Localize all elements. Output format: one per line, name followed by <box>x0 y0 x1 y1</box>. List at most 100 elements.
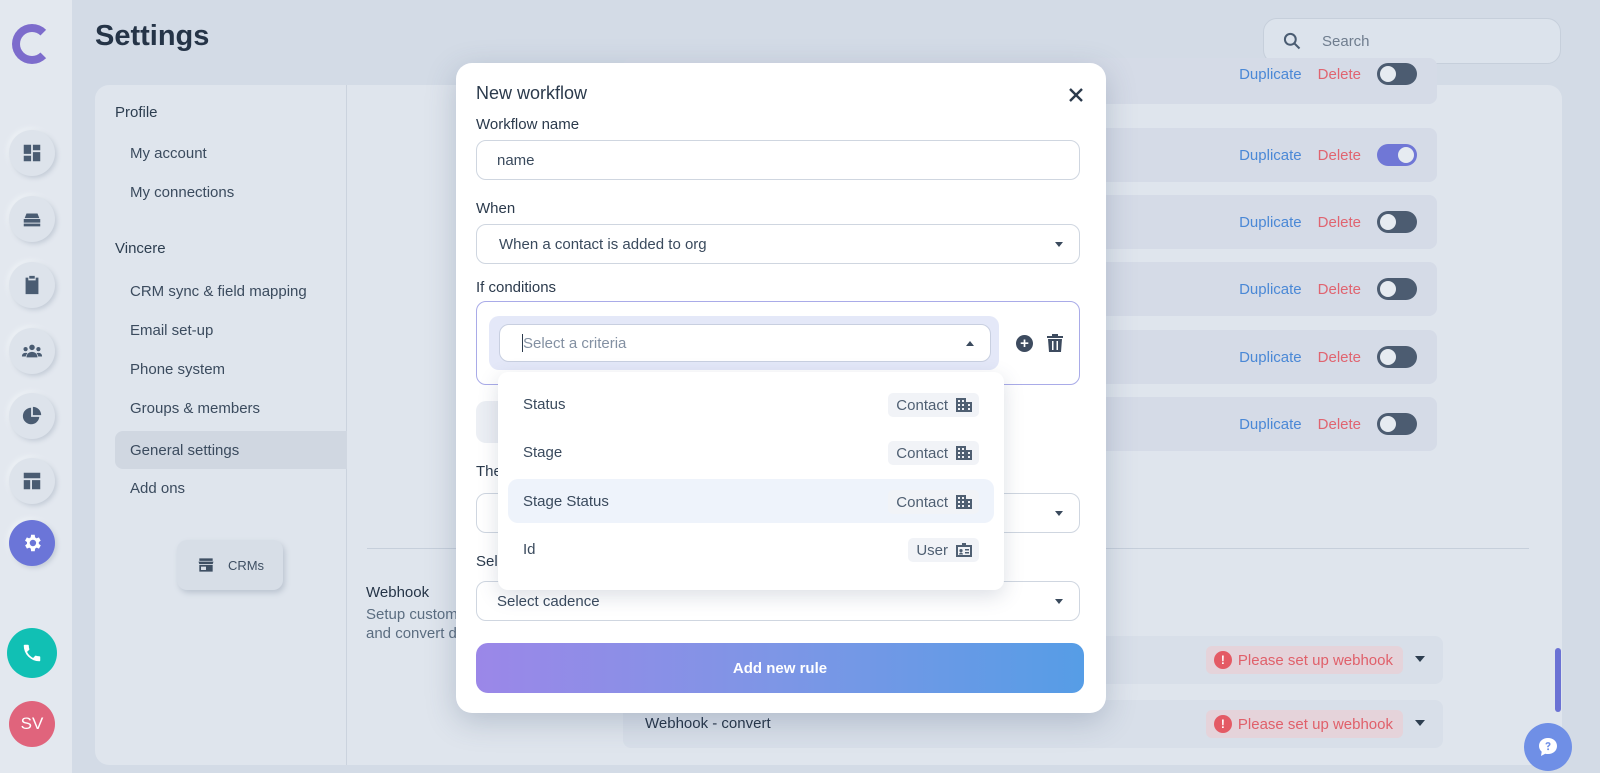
delete-link[interactable]: Delete <box>1318 416 1361 433</box>
entity-tag-label: Contact <box>896 396 948 414</box>
nav-item-my-account[interactable]: My account <box>115 134 347 172</box>
nav-item-groups-members[interactable]: Groups & members <box>115 389 347 427</box>
app-rail: SV <box>0 0 72 773</box>
option-label: Status <box>523 395 566 413</box>
phone-button[interactable] <box>7 628 57 678</box>
duplicate-link[interactable]: Duplicate <box>1239 214 1302 231</box>
select-cadence-label: Sel <box>476 553 498 570</box>
webhook-row-name: Webhook - convert <box>645 715 771 732</box>
when-select[interactable]: When a contact is added to org <box>476 224 1080 264</box>
crms-button[interactable]: CRMs <box>177 540 283 590</box>
close-icon <box>1069 88 1083 102</box>
building-icon <box>956 398 972 412</box>
stack-icon <box>23 213 41 227</box>
dashboard-nav-button[interactable] <box>9 130 55 176</box>
chevron-down-icon <box>1055 511 1063 516</box>
entity-tag: Contact <box>888 441 979 465</box>
templates-nav-button[interactable] <box>9 458 55 504</box>
workflow-toggle[interactable] <box>1377 144 1417 166</box>
workflow-name-label: Workflow name <box>476 116 580 133</box>
delete-condition-button[interactable] <box>1047 334 1063 352</box>
delete-link[interactable]: Delete <box>1318 66 1361 83</box>
nav-item-email-setup[interactable]: Email set-up <box>115 311 347 349</box>
phone-icon <box>23 644 41 662</box>
search-placeholder: Search <box>1322 32 1370 50</box>
chevron-down-icon <box>1055 599 1063 604</box>
criteria-placeholder: Select a criteria <box>523 334 627 352</box>
entity-tag: Contact <box>888 393 979 417</box>
app-logo[interactable] <box>12 24 52 64</box>
nav-item-add-ons[interactable]: Add ons <box>115 469 347 507</box>
duplicate-link[interactable]: Duplicate <box>1239 66 1302 83</box>
webhook-section-title: Webhook <box>366 584 430 601</box>
delete-link[interactable]: Delete <box>1318 214 1361 231</box>
option-label: Stage Status <box>523 492 609 510</box>
duplicate-link[interactable]: Duplicate <box>1239 281 1302 298</box>
entity-tag-label: Contact <box>896 493 948 511</box>
webhook-warning-text: Please set up webhook <box>1237 715 1393 733</box>
entity-tag-label: Contact <box>896 444 948 462</box>
duplicate-link[interactable]: Duplicate <box>1239 147 1302 164</box>
nav-item-my-connections[interactable]: My connections <box>115 173 347 211</box>
add-condition-icon[interactable]: + <box>1016 335 1033 352</box>
nav-heading-vincere: Vincere <box>115 240 166 257</box>
criteria-option-status[interactable]: Status Contact <box>508 382 994 426</box>
team-nav-button[interactable] <box>9 328 55 374</box>
settings-nav-button[interactable] <box>9 520 55 566</box>
inbox-nav-button[interactable] <box>9 196 55 242</box>
add-new-rule-button[interactable]: Add new rule <box>476 643 1084 693</box>
alert-icon: ! <box>1213 715 1232 733</box>
criteria-option-stage[interactable]: Stage Contact <box>508 430 994 474</box>
webhook-warning-text: Please set up webhook <box>1237 651 1393 669</box>
criteria-dropdown: Status Contact Stage Contact Stage Statu… <box>498 372 1004 590</box>
modal-title: New workflow <box>476 83 588 103</box>
chat-support-button[interactable] <box>1524 723 1572 771</box>
clipboard-icon <box>25 275 39 295</box>
workflow-toggle[interactable] <box>1377 346 1417 368</box>
building-icon <box>956 446 972 460</box>
criteria-select[interactable]: Select a criteria <box>499 324 991 362</box>
entity-tag: Contact <box>888 490 979 514</box>
webhook-warning-badge: ! Please set up webhook <box>1205 710 1403 738</box>
reports-nav-button[interactable] <box>9 393 55 439</box>
workflow-toggle[interactable] <box>1377 278 1417 300</box>
tasks-nav-button[interactable] <box>9 262 55 308</box>
alert-icon: ! <box>1213 651 1232 669</box>
delete-link[interactable]: Delete <box>1318 349 1361 366</box>
workflow-name-value: name <box>497 151 535 169</box>
chevron-down-icon[interactable] <box>1415 720 1425 726</box>
workflow-toggle[interactable] <box>1377 63 1417 85</box>
delete-link[interactable]: Delete <box>1318 147 1361 164</box>
criteria-option-id[interactable]: Id User <box>508 527 994 571</box>
scrollbar-thumb[interactable] <box>1555 648 1561 712</box>
option-label: Id <box>523 540 536 558</box>
delete-link[interactable]: Delete <box>1318 281 1361 298</box>
gear-icon <box>25 534 41 552</box>
settings-nav: Profile My account My connections Vincer… <box>95 85 347 765</box>
cadence-placeholder: Select cadence <box>497 592 600 610</box>
webhook-description-line: and convert d <box>366 625 457 642</box>
duplicate-link[interactable]: Duplicate <box>1239 349 1302 366</box>
chevron-down-icon <box>1055 242 1063 247</box>
search-icon <box>1283 32 1301 50</box>
criteria-option-stage-status[interactable]: Stage Status Contact <box>508 479 994 523</box>
id-card-icon <box>956 543 972 557</box>
when-selected-value: When a contact is added to org <box>499 235 707 253</box>
webhook-section-description: Setup custom and convert d <box>366 605 458 643</box>
dashboard-icon <box>23 144 41 162</box>
chevron-down-icon[interactable] <box>1415 656 1425 662</box>
webhook-warning-badge: ! Please set up webhook <box>1205 646 1403 674</box>
close-button[interactable] <box>1066 85 1086 105</box>
workflow-toggle[interactable] <box>1377 211 1417 233</box>
workflow-toggle[interactable] <box>1377 413 1417 435</box>
entity-tag-label: User <box>916 541 948 559</box>
user-avatar[interactable]: SV <box>9 701 55 747</box>
chat-help-icon <box>1539 738 1557 756</box>
duplicate-link[interactable]: Duplicate <box>1239 416 1302 433</box>
nav-item-phone-system[interactable]: Phone system <box>115 350 347 388</box>
nav-item-crm-sync[interactable]: CRM sync & field mapping <box>115 272 347 310</box>
layout-icon <box>23 472 41 490</box>
nav-item-general-settings[interactable]: General settings <box>115 431 347 469</box>
workflow-name-input[interactable]: name <box>476 140 1080 180</box>
people-icon <box>21 344 43 358</box>
